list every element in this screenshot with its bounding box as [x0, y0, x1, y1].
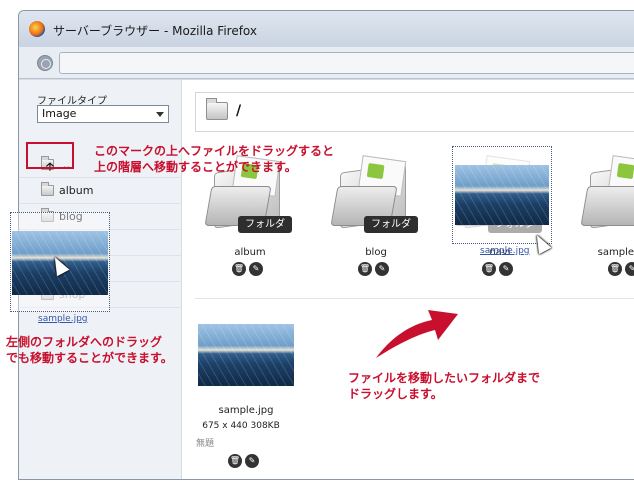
folder-actions: 🗑 ✎ — [482, 262, 522, 276]
folder-tile-sample[interactable]: sample 🗑 ✎ — [576, 155, 634, 298]
folder-actions: 🗑 ✎ — [358, 262, 398, 276]
folder-icon — [580, 155, 634, 229]
trash-icon[interactable]: 🗑 — [228, 454, 242, 468]
url-bar[interactable] — [59, 52, 634, 74]
folder-name: blog — [365, 247, 387, 258]
trash-icon[interactable]: 🗑 — [608, 262, 622, 276]
drag-file-label: sample.jpg — [38, 314, 88, 324]
pencil-icon[interactable]: ✎ — [245, 454, 259, 468]
folder-tile-blog[interactable]: フォルダ blog 🗑 ✎ — [326, 155, 426, 298]
pencil-icon[interactable]: ✎ — [499, 262, 513, 276]
annotation-line: でも移動することができます。 — [6, 351, 173, 365]
annotation-parent-folder: このマークの上へファイルをドラッグすると 上の階層へ移動することができます。 — [94, 143, 334, 175]
folder-item-album[interactable]: album — [19, 178, 182, 204]
file-dimensions: 675 x 440 — [202, 421, 248, 431]
trash-icon[interactable]: 🗑 — [232, 262, 246, 276]
folder-icon — [41, 182, 54, 196]
folder-actions: 🗑 ✎ — [608, 262, 634, 276]
file-meta: 675 x 440 308KB — [186, 421, 296, 431]
firefox-icon — [29, 21, 45, 37]
window-title: サーバーブラウザー - Mozilla Firefox — [53, 24, 257, 38]
folder-name: sample — [597, 247, 634, 258]
current-path: / — [236, 103, 242, 119]
folder-actions: 🗑 ✎ — [232, 262, 272, 276]
file-type-select[interactable]: Image — [37, 105, 169, 123]
file-actions: 🗑 ✎ — [228, 454, 268, 468]
annotation-line: ドラッグします。 — [348, 387, 443, 401]
annotation-line: ファイルを移動したいフォルダまで — [348, 371, 541, 385]
pencil-icon[interactable]: ✎ — [249, 262, 263, 276]
annotation-drag-to-folder: ファイルを移動したいフォルダまで ドラッグします。 — [348, 370, 540, 402]
curved-arrow-icon — [376, 310, 458, 358]
folder-badge: フォルダ — [238, 216, 292, 233]
folder-tile-album[interactable]: フォルダ album 🗑 ✎ — [200, 155, 300, 298]
folder-item-label: album — [59, 184, 94, 197]
annotation-line: 上の階層へ移動することができます。 — [94, 160, 297, 174]
pencil-icon[interactable]: ✎ — [375, 262, 389, 276]
file-name: sample.jpg — [218, 405, 274, 416]
annotation-line: このマークの上へファイルをドラッグすると — [94, 144, 335, 158]
folder-icon — [206, 98, 228, 120]
folder-badge: フォルダ — [364, 216, 418, 233]
globe-icon — [37, 55, 53, 71]
chevron-down-icon — [156, 112, 164, 117]
drag-target-highlight — [452, 146, 552, 244]
file-title: 無題 — [196, 439, 215, 449]
title-bar: サーバーブラウザー - Mozilla Firefox — [19, 11, 634, 47]
dragged-image-preview — [455, 165, 549, 225]
annotation-sidebar-drag: 左側のフォルダへのドラッグ でも移動することができます。 — [6, 334, 173, 366]
navigation-bar — [19, 47, 634, 79]
trash-icon[interactable]: 🗑 — [482, 262, 496, 276]
trash-icon[interactable]: 🗑 — [358, 262, 372, 276]
file-type-value: Image — [42, 107, 77, 120]
image-thumbnail — [198, 324, 294, 386]
drag-file-label: sample.jpg — [480, 246, 530, 256]
parent-folder-highlight — [26, 142, 74, 169]
current-path-bar: / — [195, 92, 634, 132]
annotation-line: 左側のフォルダへのドラッグ — [6, 335, 163, 349]
folder-name: album — [234, 247, 266, 258]
pencil-icon[interactable]: ✎ — [625, 262, 634, 276]
file-tile-sample-jpg[interactable]: sample.jpg 675 x 440 308KB 無題 🗑 ✎ — [186, 324, 306, 474]
file-size: 308KB — [250, 421, 280, 431]
